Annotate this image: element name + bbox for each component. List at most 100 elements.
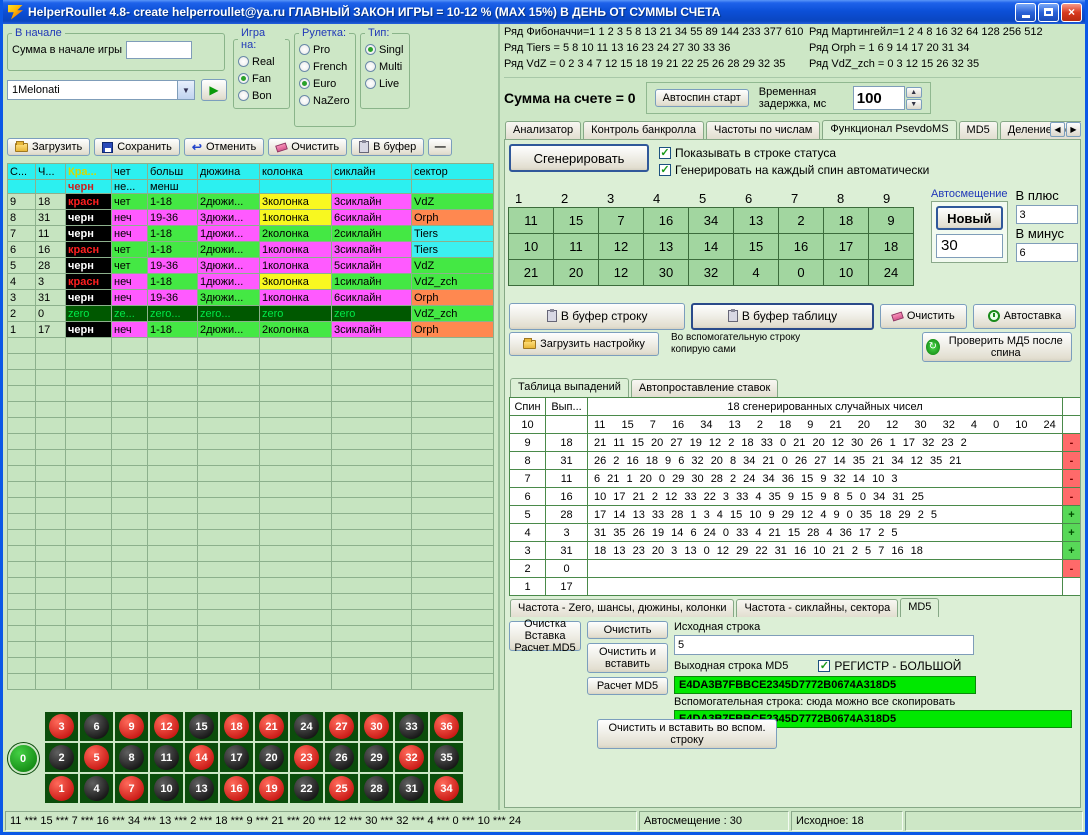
- board-cell-28[interactable]: 28: [360, 774, 393, 803]
- tab-scroll-right-icon[interactable]: ▶: [1066, 122, 1081, 137]
- delay-input[interactable]: [853, 86, 905, 110]
- radio-option-French[interactable]: French: [299, 58, 351, 75]
- tab-Автопроставление ставок[interactable]: Автопроставление ставок: [631, 379, 778, 397]
- board-cell-32[interactable]: 32: [395, 743, 428, 772]
- plus-input[interactable]: [1016, 205, 1078, 224]
- md5-clear-button[interactable]: Очистить: [587, 621, 668, 639]
- board-cell-10[interactable]: 10: [150, 774, 183, 803]
- board-cell-12[interactable]: 12: [150, 712, 183, 741]
- clear-grid-button[interactable]: Очистить: [880, 304, 967, 329]
- md5-calc-button[interactable]: Расчет MD5: [587, 677, 668, 695]
- minus-input[interactable]: [1016, 243, 1078, 262]
- radio-option-Live[interactable]: Live: [365, 75, 405, 92]
- board-cell-36[interactable]: 36: [430, 712, 463, 741]
- board-cell-3[interactable]: 3: [45, 712, 78, 741]
- buffer-string-button[interactable]: В буфер строку: [509, 303, 685, 330]
- titlebar[interactable]: HelperRoullet 4.8- create helperroullet@…: [3, 0, 1085, 24]
- buffer-table-button[interactable]: В буфер таблицу: [691, 303, 873, 330]
- radio-option-Pro[interactable]: Pro: [299, 41, 351, 58]
- board-cell-21[interactable]: 21: [255, 712, 288, 741]
- board-cell-33[interactable]: 33: [395, 712, 428, 741]
- history-table[interactable]: С...Ч...Кра...четбольшдюжинаколонкасикла…: [7, 163, 494, 690]
- tab-MD5[interactable]: MD5: [959, 121, 998, 139]
- radio-icon[interactable]: [365, 61, 376, 72]
- board-cell-19[interactable]: 19: [255, 774, 288, 803]
- board-cell-13[interactable]: 13: [185, 774, 218, 803]
- radio-icon[interactable]: [238, 90, 249, 101]
- board-cell-23[interactable]: 23: [290, 743, 323, 772]
- radio-icon[interactable]: [299, 44, 310, 55]
- start-sum-input[interactable]: [126, 41, 192, 59]
- board-cell-5[interactable]: 5: [80, 743, 113, 772]
- radio-option-Bon[interactable]: Bon: [238, 87, 285, 104]
- radio-option-NaZero[interactable]: NaZero: [299, 92, 351, 109]
- load-settings-button[interactable]: Загрузить настройку: [509, 332, 659, 356]
- radio-icon[interactable]: [238, 73, 249, 84]
- board-cell-17[interactable]: 17: [220, 743, 253, 772]
- generate-button[interactable]: Сгенерировать: [509, 144, 649, 172]
- board-cell-1[interactable]: 1: [45, 774, 78, 803]
- board-cell-15[interactable]: 15: [185, 712, 218, 741]
- md5-clear-paste-button[interactable]: Очистить и вставить: [587, 643, 668, 673]
- md5-output-field[interactable]: E4DA3B7FBBCE2345D7772B0674A318D5: [674, 676, 976, 694]
- source-string-input[interactable]: [674, 635, 974, 655]
- tab-scroll-left-icon[interactable]: ◀: [1050, 122, 1065, 137]
- radio-icon[interactable]: [299, 78, 310, 89]
- board-cell-26[interactable]: 26: [325, 743, 358, 772]
- generate-each-spin-checkbox[interactable]: ✓ Генерировать на каждый спин автоматиче…: [659, 161, 929, 178]
- dropdown-arrow-icon[interactable]: ▼: [177, 81, 194, 99]
- tab-Функционал PsevdoMS[interactable]: Функционал PsevdoMS: [822, 120, 956, 139]
- to-buffer-button[interactable]: В буфер: [351, 138, 424, 156]
- board-cell-4[interactable]: 4: [80, 774, 113, 803]
- spinner-up-icon[interactable]: ▲: [906, 87, 922, 98]
- tab-Контроль банкролла[interactable]: Контроль банкролла: [583, 121, 704, 139]
- board-cell-11[interactable]: 11: [150, 743, 183, 772]
- md5-clear-paste-aux-button[interactable]: Очистить и вставить во вспом. строку: [597, 719, 777, 749]
- board-cell-35[interactable]: 35: [430, 743, 463, 772]
- undo-button[interactable]: ↩Отменить: [184, 138, 264, 156]
- radio-option-Singl[interactable]: Singl: [365, 41, 405, 58]
- radio-option-Real[interactable]: Real: [238, 53, 285, 70]
- save-button[interactable]: Сохранить: [94, 138, 180, 156]
- maximize-button[interactable]: [1038, 3, 1059, 22]
- autospin-start-button[interactable]: Автоспин старт: [655, 89, 749, 107]
- autobet-button[interactable]: Автоставка: [973, 304, 1076, 329]
- board-cell-25[interactable]: 25: [325, 774, 358, 803]
- show-in-status-checkbox[interactable]: ✓ Показывать в строке статуса: [659, 144, 929, 161]
- radio-icon[interactable]: [365, 44, 376, 55]
- minimize-button[interactable]: [1015, 3, 1036, 22]
- tab-Частота - Zero, шансы, дюжины, колонки[interactable]: Частота - Zero, шансы, дюжины, колонки: [510, 599, 734, 617]
- radio-icon[interactable]: [299, 95, 310, 106]
- board-cell-16[interactable]: 16: [220, 774, 253, 803]
- new-button[interactable]: Новый: [936, 206, 1003, 230]
- board-cell-14[interactable]: 14: [185, 743, 218, 772]
- board-cell-0[interactable]: 0: [7, 745, 39, 772]
- tab-Анализатор[interactable]: Анализатор: [505, 121, 581, 139]
- board-cell-20[interactable]: 20: [255, 743, 288, 772]
- spinner-down-icon[interactable]: ▼: [906, 99, 922, 110]
- close-button[interactable]: ×: [1061, 3, 1082, 22]
- radio-icon[interactable]: [299, 61, 310, 72]
- load-button[interactable]: Загрузить: [7, 138, 90, 156]
- collapse-button[interactable]: —: [428, 138, 452, 156]
- board-cell-6[interactable]: 6: [80, 712, 113, 741]
- tab-Частота - сиклайны, сектора[interactable]: Частота - сиклайны, сектора: [736, 599, 898, 617]
- board-cell-18[interactable]: 18: [220, 712, 253, 741]
- board-cell-24[interactable]: 24: [290, 712, 323, 741]
- board-cell-29[interactable]: 29: [360, 743, 393, 772]
- clear-button[interactable]: Очистить: [268, 138, 347, 156]
- board-cell-30[interactable]: 30: [360, 712, 393, 741]
- tab-Таблица выпадений[interactable]: Таблица выпадений: [510, 378, 629, 397]
- radio-option-Multi[interactable]: Multi: [365, 58, 405, 75]
- play-button[interactable]: ▶: [201, 79, 227, 101]
- board-cell-31[interactable]: 31: [395, 774, 428, 803]
- board-cell-9[interactable]: 9: [115, 712, 148, 741]
- board-cell-22[interactable]: 22: [290, 774, 323, 803]
- board-cell-27[interactable]: 27: [325, 712, 358, 741]
- check-md5-button[interactable]: ↻Проверить МД5 после спина: [922, 332, 1072, 362]
- radio-icon[interactable]: [238, 56, 249, 67]
- register-uppercase-checkbox[interactable]: ✓ РЕГИСТР - БОЛЬШОЙ: [818, 657, 961, 674]
- preset-select[interactable]: 1Melonati ▼: [7, 80, 195, 100]
- radio-option-Euro[interactable]: Euro: [299, 75, 351, 92]
- radio-icon[interactable]: [365, 78, 376, 89]
